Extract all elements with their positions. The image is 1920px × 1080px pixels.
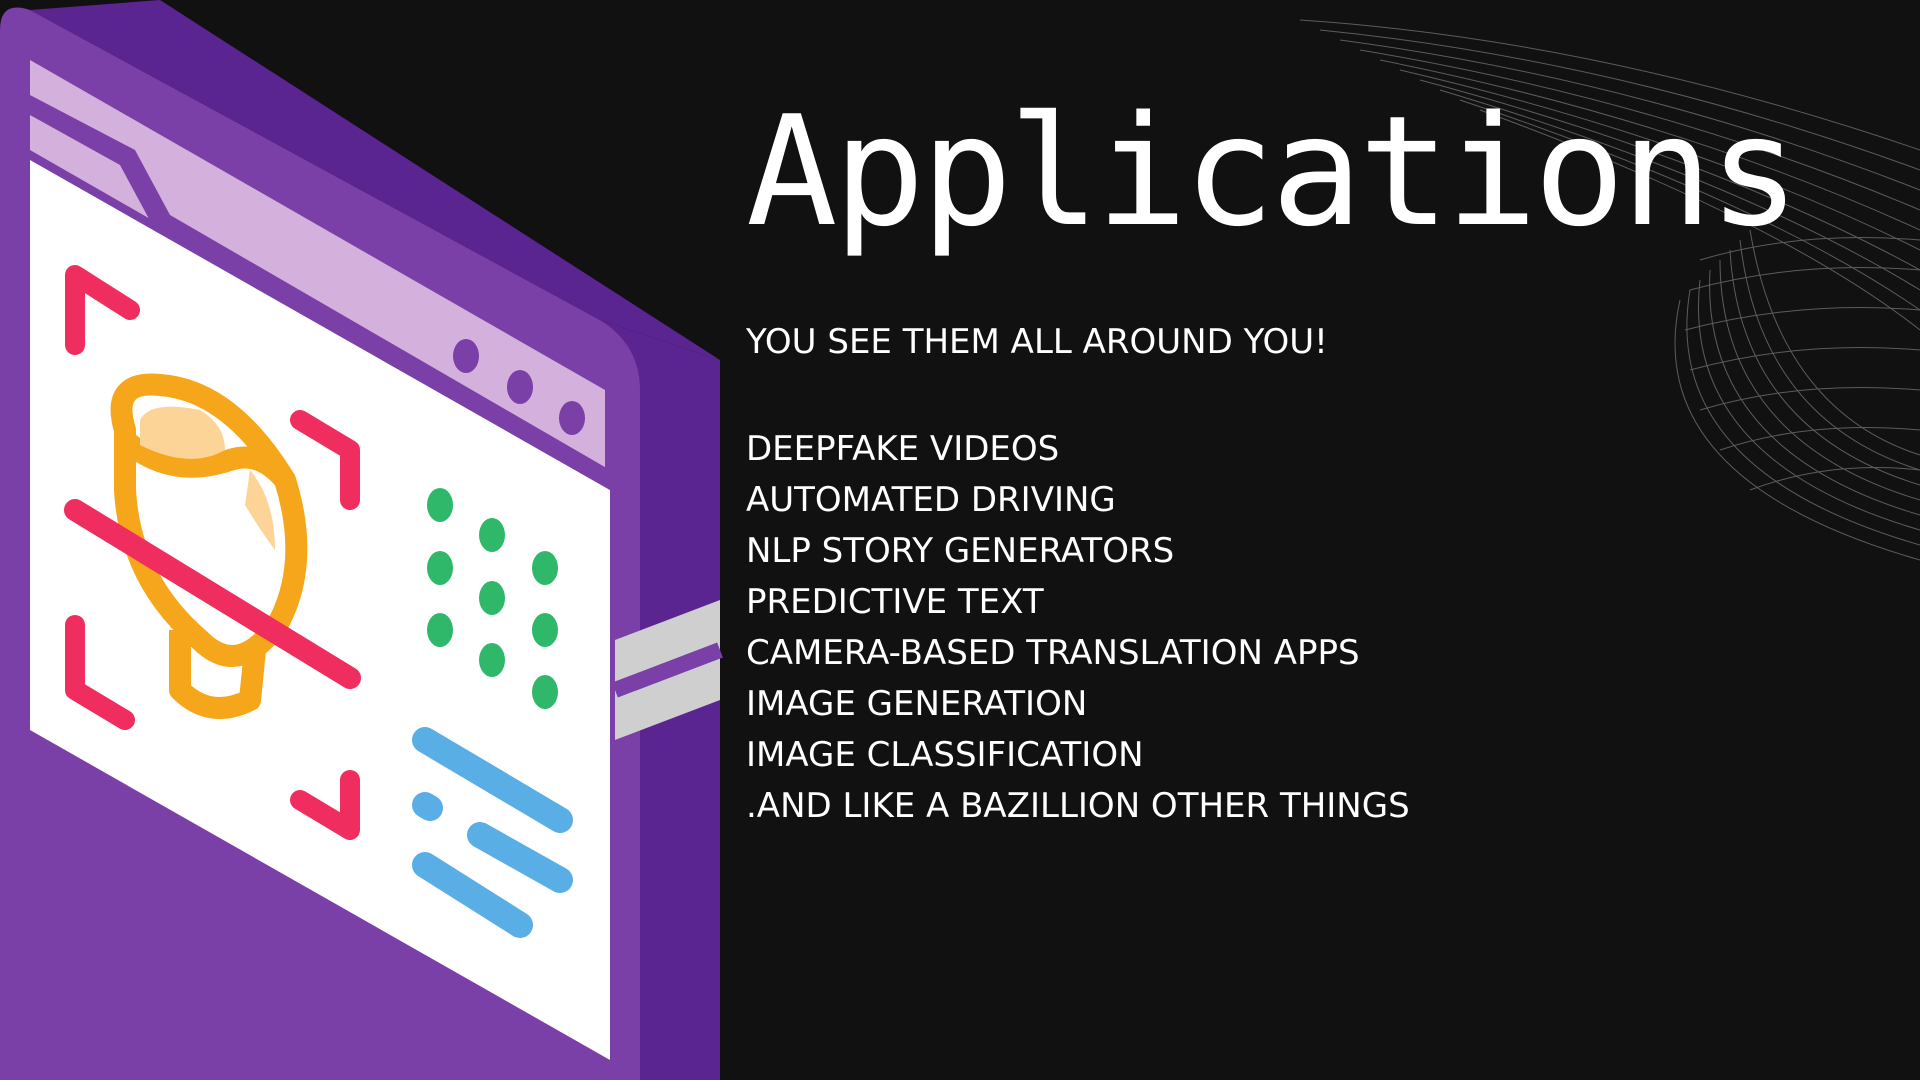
- list-item: IMAGE GENERATION: [746, 684, 1088, 724]
- list-item: PREDICTIVE TEXT: [746, 582, 1044, 622]
- list-item: DEEPFAKE VIDEOS: [746, 429, 1060, 469]
- list-item: IMAGE CLASSIFICATION: [746, 735, 1144, 775]
- face-recognition-browser-illustration: [0, 0, 723, 1080]
- subtitle: YOU SEE THEM ALL AROUND YOU!: [746, 322, 1328, 362]
- list-item: AUTOMATED DRIVING: [746, 480, 1116, 520]
- window-dot-icon: [453, 339, 479, 373]
- page-title: Applications: [746, 83, 1800, 260]
- list-item: CAMERA-BASED TRANSLATION APPS: [746, 633, 1360, 673]
- list-item: .AND LIKE A BAZILLION OTHER THINGS: [746, 786, 1410, 826]
- window-dot-icon: [507, 370, 533, 404]
- list-item: NLP STORY GENERATORS: [746, 531, 1175, 571]
- window-dot-icon: [559, 401, 585, 435]
- applications-list: DEEPFAKE VIDEOS AUTOMATED DRIVING NLP ST…: [746, 424, 1410, 832]
